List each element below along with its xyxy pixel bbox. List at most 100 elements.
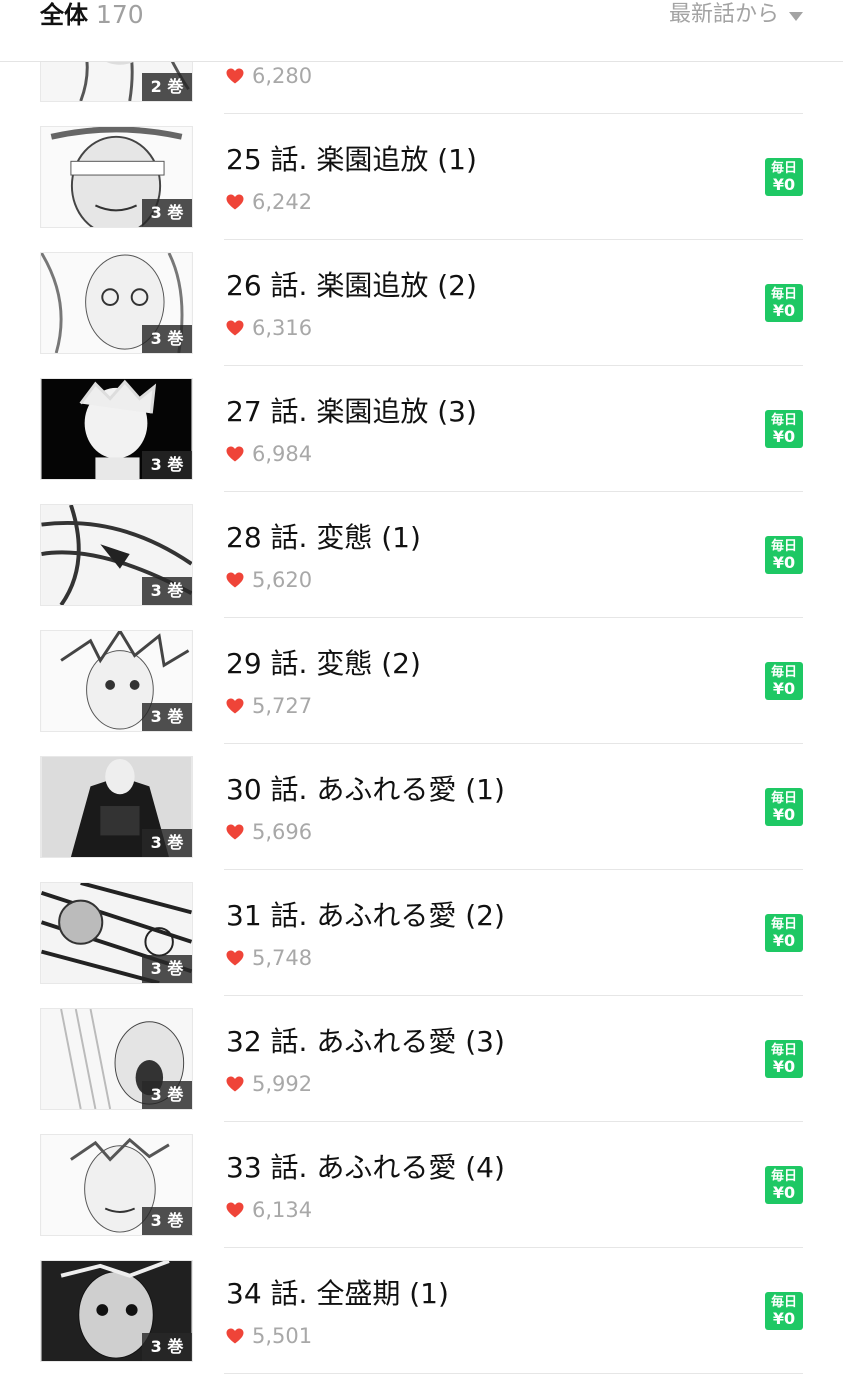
likes-count: 6,242	[252, 190, 313, 214]
likes-count: 6,984	[252, 442, 313, 466]
likes-count: 5,992	[252, 1072, 313, 1096]
badge-top-text: 毎日	[770, 160, 797, 176]
volume-label: 3 巻	[142, 199, 192, 227]
likes: 5,501	[226, 1323, 312, 1349]
volume-label: 3 巻	[142, 577, 192, 605]
heart-icon	[226, 446, 244, 462]
episode-thumbnail: 3 巻	[40, 756, 193, 858]
episode-thumbnail: 3 巻	[40, 882, 193, 984]
header-title: 全体	[40, 1, 88, 29]
daily-free-badge: 毎日 ¥0	[765, 1292, 803, 1330]
episode-title: 34 話. 全盛期 (1)	[226, 1277, 449, 1310]
daily-free-badge: 毎日 ¥0	[765, 158, 803, 196]
badge-bottom-text: ¥0	[772, 1056, 796, 1076]
episode-thumbnail: 3 巻	[40, 126, 193, 228]
heart-icon	[226, 1202, 244, 1218]
daily-free-badge: 毎日 ¥0	[765, 410, 803, 448]
badge-bottom-text: ¥0	[772, 552, 796, 572]
volume-label: 3 巻	[142, 703, 192, 731]
volume-label: 3 巻	[142, 451, 192, 479]
likes-count: 6,134	[252, 1198, 313, 1222]
episode-row[interactable]: 3 巻 27 話. 楽園追放 (3) 6,984 毎日 ¥0	[0, 366, 843, 492]
daily-free-badge: 毎日 ¥0	[765, 914, 803, 952]
volume-label: 3 巻	[142, 829, 192, 857]
episode-title: 29 話. 変態 (2)	[226, 647, 421, 680]
likes: 6,984	[226, 441, 312, 467]
likes: 5,727	[226, 693, 312, 719]
episode-count: 170	[96, 0, 144, 29]
episode-row[interactable]: 3 巻 30 話. あふれる愛 (1) 5,696 毎日 ¥0	[0, 744, 843, 870]
likes: 6,316	[226, 315, 312, 341]
episode-title: 33 話. あふれる愛 (4)	[226, 1151, 505, 1184]
badge-top-text: 毎日	[770, 1294, 797, 1310]
likes: 6,280	[226, 63, 312, 89]
likes-count: 5,501	[252, 1324, 313, 1348]
sort-dropdown[interactable]: 最新話から	[669, 0, 803, 30]
heart-icon	[226, 320, 244, 336]
episode-list: 2 巻 6,280 3 巻 25 話. 楽園追放 (1) 6,242 毎日 ¥0 3 巻 26 …	[0, 0, 843, 1374]
volume-label: 3 巻	[142, 1207, 192, 1235]
likes: 5,620	[226, 567, 312, 593]
episode-row[interactable]: 3 巻 26 話. 楽園追放 (2) 6,316 毎日 ¥0	[0, 240, 843, 366]
caret-down-icon	[789, 11, 803, 21]
badge-bottom-text: ¥0	[772, 1308, 796, 1328]
sort-label: 最新話から	[668, 2, 779, 27]
episode-title: 28 話. 変態 (1)	[226, 521, 421, 554]
badge-bottom-text: ¥0	[772, 804, 796, 824]
badge-bottom-text: ¥0	[772, 426, 796, 446]
episode-row[interactable]: 3 巻 28 話. 変態 (1) 5,620 毎日 ¥0	[0, 492, 843, 618]
likes-count: 5,620	[252, 568, 313, 592]
badge-bottom-text: ¥0	[772, 174, 796, 194]
episode-title: 31 話. あふれる愛 (2)	[226, 899, 505, 932]
episode-thumbnail: 3 巻	[40, 252, 193, 354]
episode-thumbnail: 3 巻	[40, 504, 193, 606]
likes: 5,992	[226, 1071, 312, 1097]
volume-label: 3 巻	[142, 1081, 192, 1109]
badge-top-text: 毎日	[770, 664, 797, 680]
badge-bottom-text: ¥0	[772, 930, 796, 950]
episode-thumbnail: 3 巻	[40, 1260, 193, 1362]
badge-top-text: 毎日	[770, 538, 797, 554]
list-header: 全体 170 最新話から	[0, 0, 843, 62]
badge-bottom-text: ¥0	[772, 1182, 796, 1202]
episode-row[interactable]: 3 巻 29 話. 変態 (2) 5,727 毎日 ¥0	[0, 618, 843, 744]
episode-thumbnail: 3 巻	[40, 378, 193, 480]
daily-free-badge: 毎日 ¥0	[765, 1166, 803, 1204]
badge-top-text: 毎日	[770, 412, 797, 428]
episode-title: 26 話. 楽園追放 (2)	[226, 269, 477, 302]
episode-title: 30 話. あふれる愛 (1)	[226, 773, 505, 806]
episode-row[interactable]: 3 巻 34 話. 全盛期 (1) 5,501 毎日 ¥0	[0, 1248, 843, 1374]
badge-top-text: 毎日	[770, 916, 797, 932]
likes: 6,242	[226, 189, 312, 215]
badge-top-text: 毎日	[770, 286, 797, 302]
daily-free-badge: 毎日 ¥0	[765, 284, 803, 322]
heart-icon	[226, 572, 244, 588]
volume-label: 2 巻	[142, 73, 192, 101]
badge-bottom-text: ¥0	[772, 678, 796, 698]
likes-count: 5,727	[252, 694, 313, 718]
episode-row[interactable]: 3 巻 25 話. 楽園追放 (1) 6,242 毎日 ¥0	[0, 114, 843, 240]
heart-icon	[226, 698, 244, 714]
heart-icon	[226, 68, 244, 84]
episode-thumbnail: 3 巻	[40, 630, 193, 732]
likes: 5,696	[226, 819, 312, 845]
heart-icon	[226, 194, 244, 210]
badge-top-text: 毎日	[770, 1042, 797, 1058]
daily-free-badge: 毎日 ¥0	[765, 788, 803, 826]
badge-bottom-text: ¥0	[772, 300, 796, 320]
heart-icon	[226, 1328, 244, 1344]
volume-label: 3 巻	[142, 325, 192, 353]
badge-top-text: 毎日	[770, 790, 797, 806]
episode-thumbnail: 3 巻	[40, 1134, 193, 1236]
daily-free-badge: 毎日 ¥0	[765, 662, 803, 700]
likes-count: 6,280	[252, 64, 313, 88]
daily-free-badge: 毎日 ¥0	[765, 1040, 803, 1078]
episode-row[interactable]: 3 巻 33 話. あふれる愛 (4) 6,134 毎日 ¥0	[0, 1122, 843, 1248]
episode-thumbnail: 3 巻	[40, 1008, 193, 1110]
heart-icon	[226, 824, 244, 840]
episode-row[interactable]: 3 巻 31 話. あふれる愛 (2) 5,748 毎日 ¥0	[0, 870, 843, 996]
likes: 6,134	[226, 1197, 312, 1223]
likes-count: 5,748	[252, 946, 313, 970]
episode-row[interactable]: 3 巻 32 話. あふれる愛 (3) 5,992 毎日 ¥0	[0, 996, 843, 1122]
volume-label: 3 巻	[142, 955, 192, 983]
